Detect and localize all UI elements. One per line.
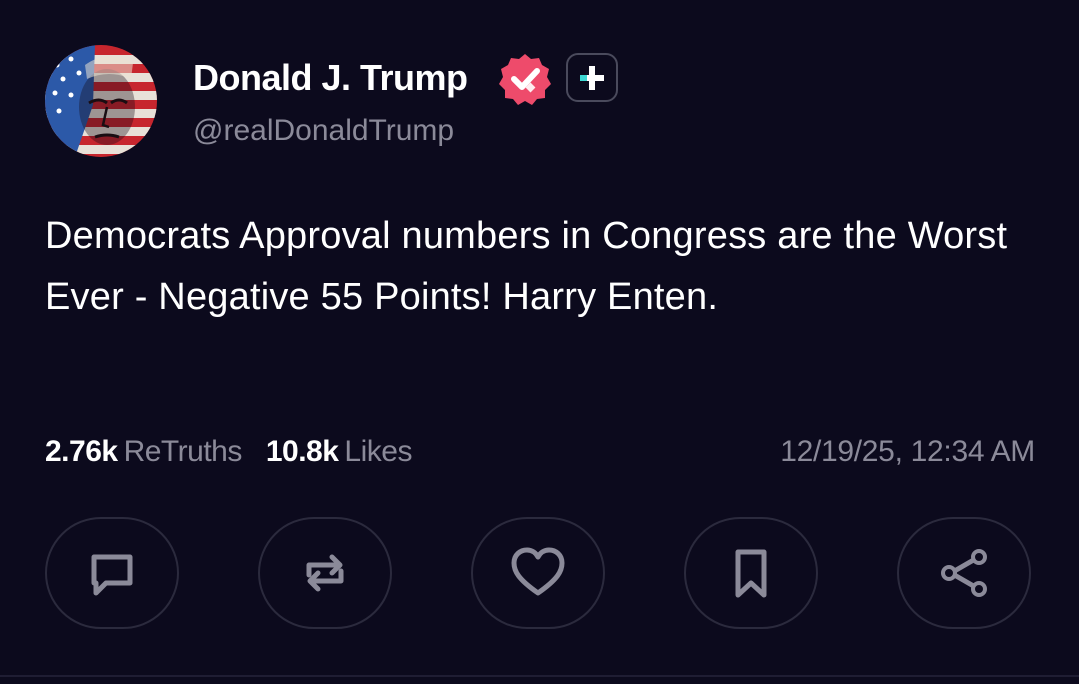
likes-stat[interactable]: 10.8k Likes: [265, 435, 413, 468]
post-text: Democrats Approval numbers in Congress a…: [45, 215, 1008, 318]
truth-plus-badge[interactable]: [566, 53, 618, 102]
likes-count: 10.8k: [265, 435, 339, 468]
like-button[interactable]: [471, 517, 605, 629]
retruths-stat[interactable]: 2.76k ReTruths: [45, 435, 242, 468]
retruth-button[interactable]: [258, 517, 392, 629]
plus-icon: [580, 65, 604, 90]
retruths-count: 2.76k: [45, 435, 118, 468]
share-icon: [941, 549, 987, 597]
flag-portrait-avatar-icon: [45, 45, 157, 157]
retruths-label: ReTruths: [123, 435, 243, 468]
truth-post: Donald J. Trump @realDonaldTrump Democra…: [0, 0, 1079, 684]
author-display-name[interactable]: Donald J. Trump: [193, 56, 468, 100]
reply-icon: [91, 554, 133, 596]
bookmark-icon: [735, 549, 767, 598]
author-handle[interactable]: @realDonaldTrump: [193, 111, 454, 151]
share-button[interactable]: [897, 517, 1031, 629]
avatar[interactable]: [45, 45, 157, 157]
divider: [0, 675, 1079, 677]
like-heart-icon: [511, 547, 565, 596]
bookmark-button[interactable]: [684, 517, 818, 629]
retruth-icon: [306, 554, 344, 592]
post-stats: 2.76k ReTruths 10.8k Likes: [45, 432, 412, 472]
verified-badge-icon: [497, 51, 553, 107]
post-timestamp: 12/19/25, 12:34 AM: [780, 435, 1035, 468]
reply-button[interactable]: [45, 517, 179, 629]
likes-label: Likes: [344, 435, 412, 468]
